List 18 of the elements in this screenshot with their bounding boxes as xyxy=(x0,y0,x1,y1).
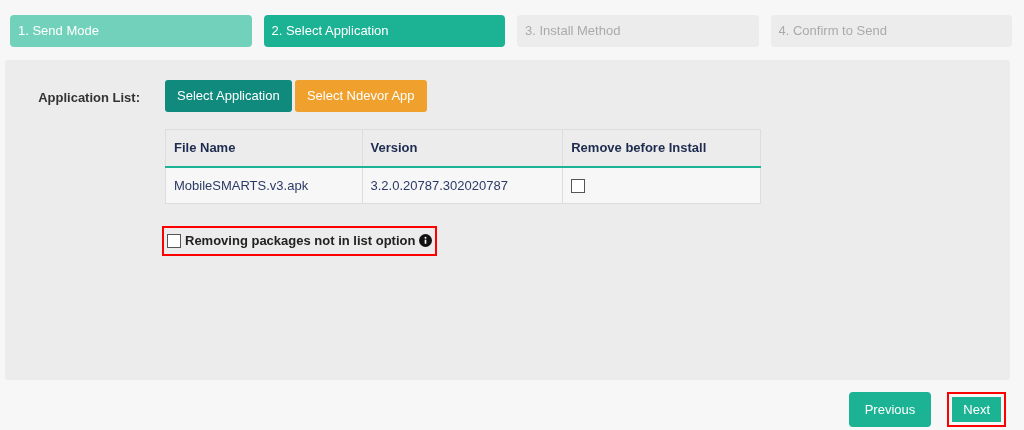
step-tab[interactable]: 2. Select Application xyxy=(263,15,505,47)
table-cell: 3.2.0.20787.302020787 xyxy=(362,166,563,204)
select-button[interactable]: Select Ndevor App xyxy=(294,80,427,112)
table-cell: MobileSMARTS.v3.apk xyxy=(165,166,363,204)
checkbox[interactable] xyxy=(571,179,586,194)
column-header: File Name xyxy=(165,129,363,167)
nav-button[interactable]: Previous xyxy=(848,392,932,427)
checkbox-label: Removing packages not in list option xyxy=(185,232,416,250)
step-tab[interactable]: 3. Install Method xyxy=(517,15,759,47)
field-label: Application List: xyxy=(37,89,141,107)
column-header: Version xyxy=(362,129,563,167)
column-header: Remove before Install xyxy=(562,129,761,167)
nav-button[interactable]: Next xyxy=(947,392,1006,427)
checkbox[interactable] xyxy=(167,233,181,248)
info-icon[interactable] xyxy=(419,234,433,248)
step-tab[interactable]: 4. Confirm to Send xyxy=(770,15,1012,47)
select-button[interactable]: Select Application xyxy=(165,80,292,112)
step-tab[interactable]: 1. Send Mode xyxy=(10,15,252,47)
